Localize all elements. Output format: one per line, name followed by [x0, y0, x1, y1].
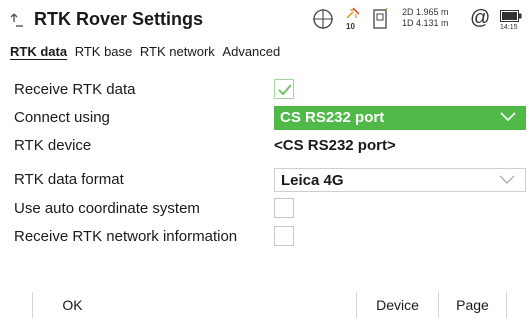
network-info-label: Receive RTK network information [14, 228, 238, 245]
connect-using-value: CS RS232 port [280, 109, 385, 126]
tab-rtk-network[interactable]: RTK network [140, 44, 215, 59]
rtk-format-value: Leica 4G [281, 172, 344, 189]
precision-1d: 1D 4.131 m [402, 18, 449, 28]
network-info-checkbox[interactable] [274, 226, 294, 246]
receive-rtk-label: Receive RTK data [14, 81, 136, 98]
tab-advanced[interactable]: Advanced [222, 44, 280, 59]
tab-bar: RTK data RTK base RTK network Advanced [10, 44, 284, 66]
connect-using-label: Connect using [14, 109, 110, 126]
satellite-icon[interactable] [312, 8, 334, 30]
check-icon [278, 84, 292, 96]
rtk-link-icon[interactable] [344, 7, 362, 21]
clock: 14:15 [500, 24, 518, 31]
chevron-down-icon [499, 175, 515, 184]
auto-coord-label: Use auto coordinate system [14, 200, 200, 217]
chevron-down-icon [500, 112, 516, 122]
softkey-empty[interactable] [506, 292, 532, 318]
tab-rtk-base[interactable]: RTK base [75, 44, 133, 59]
softkey-bar: OK Device Page [0, 292, 532, 318]
tab-rtk-data[interactable]: RTK data [10, 44, 67, 59]
ok-button[interactable]: OK [32, 292, 112, 318]
satellite-count: 10 [346, 22, 355, 31]
rtk-device-value: <CS RS232 port> [274, 137, 396, 154]
rtk-format-dropdown[interactable]: Leica 4G [274, 168, 526, 192]
title-bar: RTK Rover Settings 10 2D 1.965 m 1D 4.13… [0, 0, 532, 42]
page-title: RTK Rover Settings [34, 9, 204, 29]
at-icon[interactable]: @ [470, 7, 490, 30]
auto-coord-checkbox[interactable] [274, 198, 294, 218]
device-button[interactable]: Device [356, 292, 438, 318]
battery-icon[interactable] [500, 10, 522, 22]
precision-2d: 2D 1.965 m [402, 7, 449, 17]
rtk-device-label: RTK device [14, 137, 92, 154]
connect-using-dropdown[interactable]: CS RS232 port [274, 106, 526, 130]
device-icon[interactable] [372, 8, 388, 30]
page-button[interactable]: Page [438, 292, 506, 318]
back-icon[interactable] [10, 12, 26, 28]
rtk-format-label: RTK data format [14, 171, 124, 188]
receive-rtk-checkbox[interactable] [274, 79, 294, 99]
